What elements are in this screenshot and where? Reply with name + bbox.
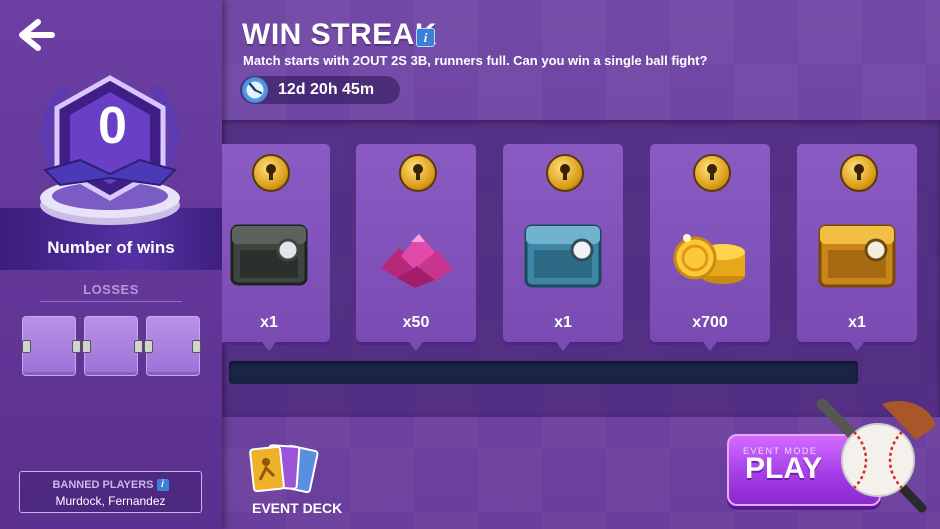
gem-icon [381,234,453,288]
page-title: WIN STREAK [242,18,437,51]
banned-players-title: BANNED PLAYERS i [20,479,201,492]
lock-icon [840,154,878,192]
reward-quantity: x700 [692,314,728,331]
clock-icon [242,77,268,103]
play-label: PLAY [745,452,823,485]
reward-card[interactable]: x1 [797,144,917,351]
blue-chest-icon [524,224,602,288]
lock-icon [252,154,290,192]
event-deck-label[interactable]: EVENT DECK [252,500,342,516]
banned-players-names: Murdock, Fernandez [55,494,166,508]
reward-quantity: x50 [402,314,430,331]
loss-slot [84,316,138,376]
loss-connector-knob [144,340,153,353]
back-arrow-icon[interactable] [16,18,56,52]
reward-quantity: x1 [260,314,278,331]
reward-card[interactable]: x50 [356,144,476,351]
lock-icon [693,154,731,192]
losses-slots [22,316,202,378]
reward-card[interactable]: x1 [222,144,330,351]
event-timer: 12d 20h 45m [240,76,400,104]
baseball-bat-ball-icon [816,398,936,513]
event-description: Match starts with 2OUT 2S 3B, runners fu… [243,53,708,68]
wins-label: Number of wins [47,238,175,257]
loss-connector-knob [72,340,81,353]
iron-chest-icon [230,224,308,286]
timer-text: 12d 20h 45m [278,81,375,98]
reward-quantity: x1 [848,314,866,331]
banned-players-panel[interactable]: BANNED PLAYERS i Murdock, Fernandez [19,471,202,513]
lock-icon [546,154,584,192]
loss-connector-knob [82,340,91,353]
sidebar: 0 Number of wins LOSSES BANNED PLAYERS i… [0,0,228,529]
lock-icon [399,154,437,192]
banned-players-title-text: BANNED PLAYERS [52,479,154,491]
info-icon[interactable]: i [156,479,169,492]
loss-connector-knob [134,340,143,353]
info-icon[interactable]: i [416,28,435,47]
reward-card[interactable]: x700 [650,144,770,351]
reward-card[interactable]: x1 [503,144,623,351]
loss-connector-knob [192,340,201,353]
coin-icon [673,234,745,284]
reward-quantity: x1 [554,314,572,331]
gold-chest-icon [818,224,896,288]
losses-title: LOSSES [40,282,182,302]
wins-count: 0 [98,97,127,155]
streak-progress-bar [229,361,858,384]
loss-connector-knob [22,340,31,353]
